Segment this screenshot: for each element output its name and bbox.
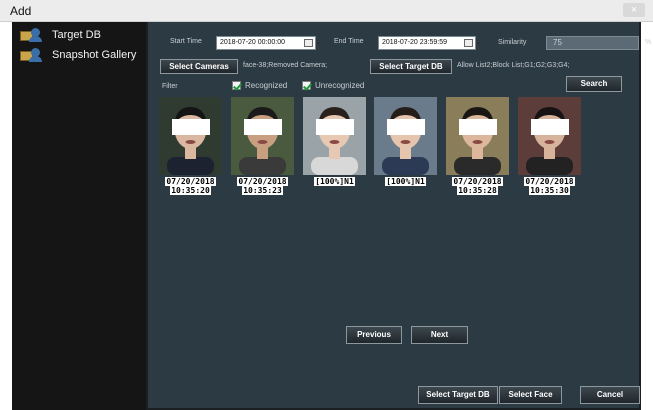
snapshot-caption-line1: 07/20/2018: [165, 177, 216, 186]
snapshot-caption-line1: [100%]N1: [314, 177, 355, 186]
snapshot-photo: [231, 97, 294, 175]
recognized-label: Recognized: [245, 81, 288, 90]
close-icon[interactable]: ×: [623, 3, 645, 17]
calendar-icon[interactable]: [464, 39, 480, 47]
snapshot-caption-line1: [100%]N1: [385, 177, 426, 186]
snapshot-caption: 07/20/2018 10:35:30: [518, 177, 581, 195]
sidebar-item-label: Target DB: [52, 29, 101, 41]
snapshot-caption-line2: 10:35:28: [457, 186, 498, 195]
snapshot-card[interactable]: 07/20/2018 10:35:30: [518, 97, 581, 195]
sidebar-item-label: Snapshot Gallery: [52, 49, 137, 61]
snapshot-photo: [303, 97, 366, 175]
main-panel: Start Time 2018-07-20 00:00:00 End Time …: [146, 22, 651, 410]
snapshot-caption-line2: 10:35:23: [242, 186, 283, 195]
start-time-label: Start Time: [170, 38, 202, 45]
sidebar-item-snapshot-gallery[interactable]: Snapshot Gallery: [12, 46, 146, 64]
snapshot-caption-line2: 10:35:20: [170, 186, 211, 195]
start-time-field[interactable]: 2018-07-20 00:00:00: [216, 36, 320, 50]
select-face-button[interactable]: Select Face: [499, 386, 562, 404]
target-db-info: Allow List2;Block List;G1;G2;G3;G4;: [457, 62, 570, 69]
snapshot-card[interactable]: 07/20/2018 10:35:20: [159, 97, 222, 195]
cancel-button[interactable]: Cancel: [580, 386, 640, 404]
filter-label: Filter: [162, 83, 178, 90]
snapshot-caption-line2: 10:35:30: [529, 186, 570, 195]
privacy-mask: [387, 119, 425, 135]
recognized-checkbox[interactable]: Recognized: [232, 81, 287, 90]
snapshot-caption: [100%]N1: [374, 177, 437, 186]
snapshot-caption-line1: 07/20/2018: [524, 177, 575, 186]
snapshot-photo: [446, 97, 509, 175]
similarity-unit: %: [645, 39, 652, 46]
face-image: [518, 97, 581, 175]
sidebar-item-target-db[interactable]: Target DB: [12, 26, 146, 44]
face-image: [159, 97, 222, 175]
face-image: [231, 97, 294, 175]
sidebar: Target DB Snapshot Gallery: [12, 22, 146, 410]
cameras-info: face-38;Removed Camera;: [243, 62, 328, 69]
end-time-field[interactable]: 2018-07-20 23:59:59: [378, 36, 480, 50]
privacy-mask: [316, 119, 354, 135]
snapshot-photo: [374, 97, 437, 175]
privacy-mask: [172, 119, 210, 135]
similarity-input[interactable]: 75: [546, 36, 639, 50]
snapshot-card[interactable]: 07/20/2018 10:35:23: [231, 97, 294, 195]
snapshot-caption: [100%]N1: [303, 177, 366, 186]
title-bar: Add ×: [0, 0, 653, 22]
check-icon: [302, 81, 311, 90]
window-title: Add: [10, 4, 32, 18]
next-button[interactable]: Next: [411, 326, 468, 344]
calendar-icon[interactable]: [304, 39, 320, 47]
gallery-user-icon: [20, 48, 42, 62]
snapshot-caption: 07/20/2018 10:35:28: [446, 177, 509, 195]
search-button[interactable]: Search: [566, 76, 622, 92]
check-icon: [232, 81, 241, 90]
start-time-value: 2018-07-20 00:00:00: [220, 39, 285, 46]
privacy-mask: [459, 119, 497, 135]
privacy-mask: [244, 119, 282, 135]
face-image: [374, 97, 437, 175]
privacy-mask: [531, 119, 569, 135]
snapshot-caption: 07/20/2018 10:35:20: [159, 177, 222, 195]
end-time-label: End Time: [334, 38, 364, 45]
footer-select-target-db-button[interactable]: Select Target DB: [418, 386, 498, 404]
snapshot-card[interactable]: [100%]N1: [303, 97, 366, 186]
unrecognized-checkbox[interactable]: Unrecognized: [302, 81, 364, 90]
snapshot-photo: [518, 97, 581, 175]
face-image: [446, 97, 509, 175]
snapshot-caption-line1: 07/20/2018: [237, 177, 288, 186]
select-target-db-button[interactable]: Select Target DB: [370, 59, 452, 74]
snapshot-photo: [159, 97, 222, 175]
database-user-icon: [20, 28, 42, 42]
snapshot-caption: 07/20/2018 10:35:23: [231, 177, 294, 195]
face-image: [303, 97, 366, 175]
select-cameras-button[interactable]: Select Cameras: [160, 59, 238, 74]
similarity-label: Similarity: [498, 39, 527, 46]
end-time-value: 2018-07-20 23:59:59: [382, 39, 447, 46]
previous-button[interactable]: Previous: [346, 326, 402, 344]
snapshot-caption-line1: 07/20/2018: [452, 177, 503, 186]
snapshot-card[interactable]: 07/20/2018 10:35:28: [446, 97, 509, 195]
unrecognized-label: Unrecognized: [315, 81, 365, 90]
snapshot-card[interactable]: [100%]N1: [374, 97, 437, 186]
